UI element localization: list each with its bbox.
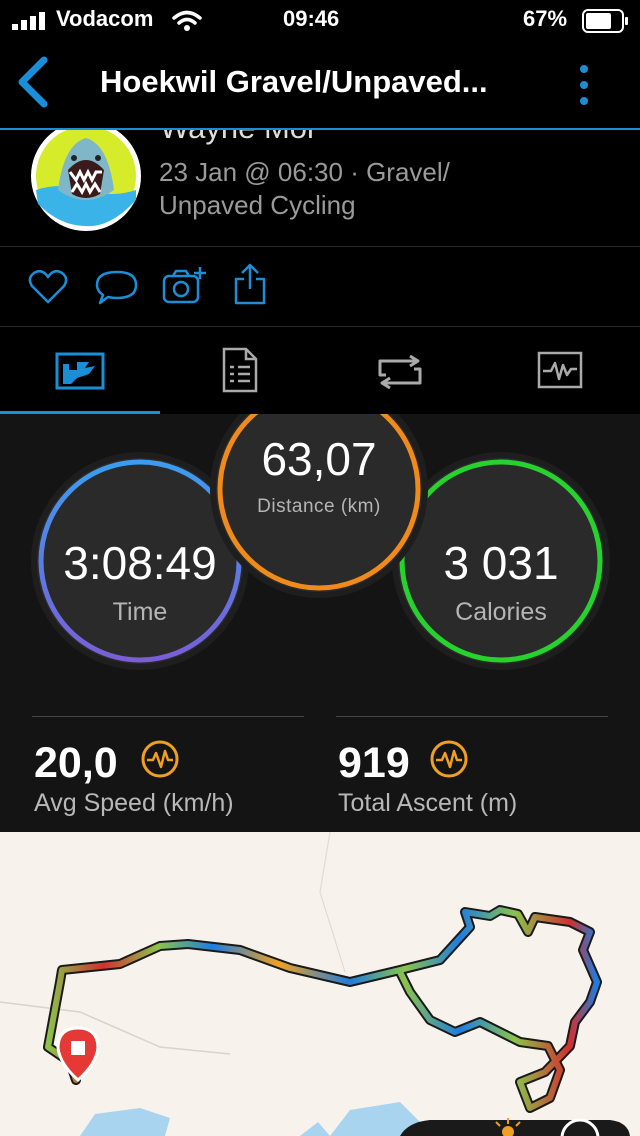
share-icon[interactable] [232, 263, 268, 307]
calories-label: Calories [455, 598, 547, 626]
distance-value: 63,07 [261, 433, 377, 485]
more-options-icon[interactable] [574, 64, 594, 106]
tab-bar [0, 327, 640, 415]
time-value: 3:08:49 [63, 537, 217, 589]
tab-details[interactable] [160, 327, 320, 414]
avg-speed-label: Avg Speed (km/h) [34, 789, 234, 817]
map-controls[interactable] [400, 1118, 630, 1136]
back-icon[interactable] [14, 56, 54, 108]
wifi-icon [172, 10, 202, 31]
pulse-graph-icon [537, 351, 583, 389]
clock: 09:46 [283, 6, 340, 31]
status-bar: Vodacom 09:46 67% [0, 0, 640, 40]
add-photo-icon[interactable] [162, 265, 208, 305]
comment-icon[interactable] [95, 269, 139, 307]
page-title: Hoekwil Gravel/Unpaved... [100, 64, 488, 99]
athlete-name[interactable]: Wayne Moi [160, 130, 314, 146]
tab-overview[interactable] [0, 327, 160, 414]
signal-icon [12, 12, 45, 30]
time-label: Time [112, 598, 168, 626]
battery-icon [582, 9, 628, 33]
nav-bar: Hoekwil Gravel/Unpaved... [0, 40, 640, 130]
distance-label: Distance (km) [257, 496, 381, 517]
tab-graphs[interactable] [480, 327, 640, 414]
total-ascent-value: 919 [338, 739, 410, 787]
chart-card-icon [55, 352, 105, 390]
battery-percent: 67% [523, 6, 568, 31]
avg-speed-value: 20,0 [34, 739, 118, 787]
action-row [0, 247, 640, 327]
stats-panel: 3:08:49 Time 3 031 Calories 63,07 Distan… [0, 414, 640, 832]
activity-header: Wayne Moi 23 Jan @ 06:30 · Gravel/ Unpav… [0, 130, 640, 247]
calories-ring: 3 031 Calories [398, 458, 604, 664]
avatar[interactable] [30, 130, 142, 232]
calories-value: 3 031 [443, 537, 559, 589]
total-ascent-label: Total Ascent (m) [338, 789, 518, 817]
route-map[interactable] [0, 832, 640, 1136]
finish-marker-icon[interactable] [56, 1026, 100, 1083]
carrier-label: Vodacom [56, 6, 154, 31]
activity-meta: 23 Jan @ 06:30 · Gravel/ Unpaved Cycling [159, 157, 450, 220]
time-ring: 3:08:49 Time [37, 458, 243, 664]
document-list-icon [222, 347, 258, 393]
tab-laps[interactable] [320, 327, 480, 414]
performance-badge-icon[interactable] [140, 739, 180, 779]
loop-arrow-icon [378, 355, 422, 389]
map-canvas [0, 832, 630, 1136]
total-ascent-metric: 919 Total Ascent (m) [336, 716, 608, 817]
distance-ring: 63,07 Distance (km) [216, 414, 422, 592]
performance-badge-icon[interactable] [429, 739, 469, 779]
avg-speed-metric: 20,0 Avg Speed (km/h) [32, 716, 304, 817]
heart-icon[interactable] [28, 269, 68, 305]
